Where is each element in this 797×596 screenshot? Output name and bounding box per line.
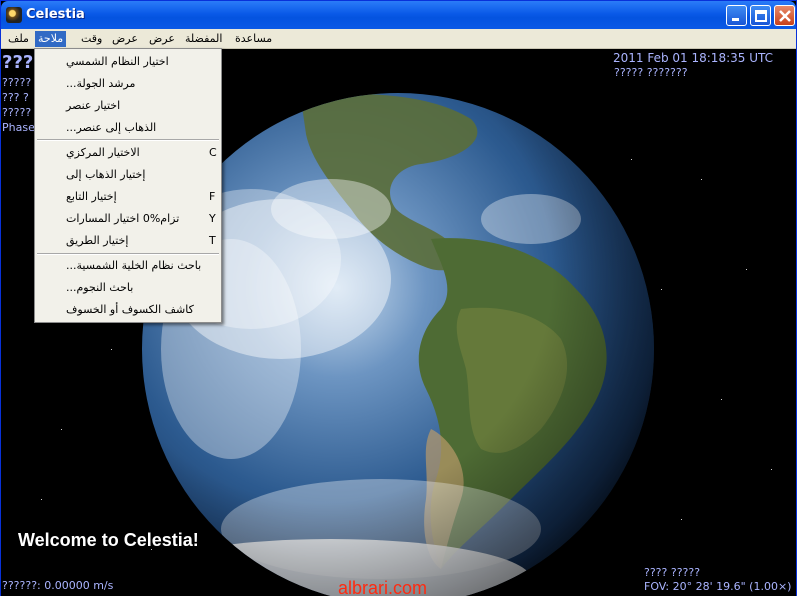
hud-time-rate: ????? ??????? — [614, 66, 688, 79]
menu-item-shortcut: C — [209, 146, 217, 159]
menu-item-shortcut: F — [209, 190, 216, 203]
menu-item-label: باحث النجوم... — [66, 281, 134, 294]
menu-item-select-object[interactable]: اختيار عنصر — [35, 96, 221, 116]
menu-item-goto-selection[interactable]: إختيار الذهاب إلى — [35, 165, 221, 185]
menu-file[interactable]: ملف — [5, 31, 32, 47]
menu-navigation[interactable]: ملاحة — [35, 31, 67, 47]
star — [111, 349, 112, 350]
title-bar[interactable]: Celestia — [1, 1, 796, 29]
welcome-message: Welcome to Celestia! — [18, 530, 199, 550]
hud-info-line: ????? — [2, 76, 32, 89]
maximize-button[interactable] — [750, 5, 771, 26]
menu-item-shortcut: Y — [209, 212, 216, 225]
menu-item-label: مرشد الجولة... — [66, 77, 136, 90]
menu-item-label: إختيار الطريق — [66, 234, 129, 247]
hud-speed: ??????: 0.00000 m/s — [2, 579, 114, 592]
hud-info-line: Phase — [2, 121, 35, 134]
maximize-icon — [755, 10, 767, 22]
menu-item-sync-orbit[interactable]: تزام%0 اختيار المسارات Y — [35, 209, 221, 229]
menu-item-label: اختيار النظام الشمسي — [66, 55, 169, 68]
menu-help[interactable]: مساعدة — [232, 31, 275, 47]
menu-view-2[interactable]: عرض — [146, 31, 178, 47]
menu-item-shortcut: T — [209, 234, 216, 247]
menu-item-label: الذهاب إلى عنصر... — [66, 121, 157, 134]
celestia-window: Celestia ملف ملاحة وقت عرض عرض المفضلة م… — [0, 0, 797, 596]
minimize-button[interactable] — [726, 5, 747, 26]
star — [41, 499, 42, 500]
menu-bar: ملف ملاحة وقت عرض عرض المفضلة مساعدة — [1, 29, 796, 49]
menu-item-label: كاشف الكسوف أو الخسوف — [66, 303, 194, 316]
star — [631, 159, 632, 160]
menu-item-label: الاختيار المركزي — [66, 146, 140, 159]
hud-info-line: ??? ? — [2, 91, 29, 104]
window-title: Celestia — [26, 7, 85, 22]
menu-separator — [37, 139, 219, 141]
menu-item-label: باحث نظام الخلية الشمسية... — [66, 259, 202, 272]
close-button[interactable] — [774, 5, 795, 26]
menu-item-label: إختيار التابع — [66, 190, 117, 203]
star — [661, 289, 662, 290]
menu-favorites[interactable]: المفضلة — [182, 31, 225, 47]
hud-info-line: ????? — [2, 106, 32, 119]
menu-item-eclipse-finder[interactable]: كاشف الكسوف أو الخسوف — [35, 300, 221, 320]
menu-item-follow-selection[interactable]: إختيار التابع F — [35, 187, 221, 207]
star — [681, 519, 682, 520]
star — [746, 269, 747, 270]
hud-object-name: ??? — [2, 52, 34, 73]
star — [61, 429, 62, 430]
menu-item-tour-guide[interactable]: مرشد الجولة... — [35, 74, 221, 94]
watermark: albrari.com — [338, 578, 428, 596]
star — [771, 469, 772, 470]
menu-item-label: إختيار الذهاب إلى — [66, 168, 146, 181]
menu-item-track-selection[interactable]: إختيار الطريق T — [35, 231, 221, 251]
menu-item-label: اختيار عنصر — [66, 99, 121, 112]
menu-view-1[interactable]: عرض — [109, 31, 141, 47]
close-icon — [779, 10, 791, 22]
menu-item-star-browser[interactable]: باحث النجوم... — [35, 278, 221, 298]
menu-item-center-selection[interactable]: الاختيار المركزي C — [35, 143, 221, 163]
menu-item-goto-object[interactable]: الذهاب إلى عنصر... — [35, 118, 221, 138]
celestia-app-icon — [6, 7, 22, 23]
star — [721, 399, 722, 400]
hud-fov: FOV: 20° 28' 19.6" (1.00×) — [644, 580, 792, 593]
star — [701, 179, 702, 180]
navigation-dropdown: اختيار النظام الشمسي مرشد الجولة... اختي… — [34, 48, 222, 323]
menu-item-solar-system-browser[interactable]: باحث نظام الخلية الشمسية... — [35, 256, 221, 276]
menu-item-label: تزام%0 اختيار المسارات — [66, 212, 180, 225]
hud-datetime: 2011 Feb 01 18:18:35 UTC — [613, 51, 773, 65]
menu-item-select-sol[interactable]: اختيار النظام الشمسي — [35, 52, 221, 72]
menu-time[interactable]: وقت — [78, 31, 105, 47]
hud-target: ???? ????? — [644, 566, 701, 579]
menu-separator — [37, 253, 219, 255]
minimize-icon — [732, 18, 739, 21]
